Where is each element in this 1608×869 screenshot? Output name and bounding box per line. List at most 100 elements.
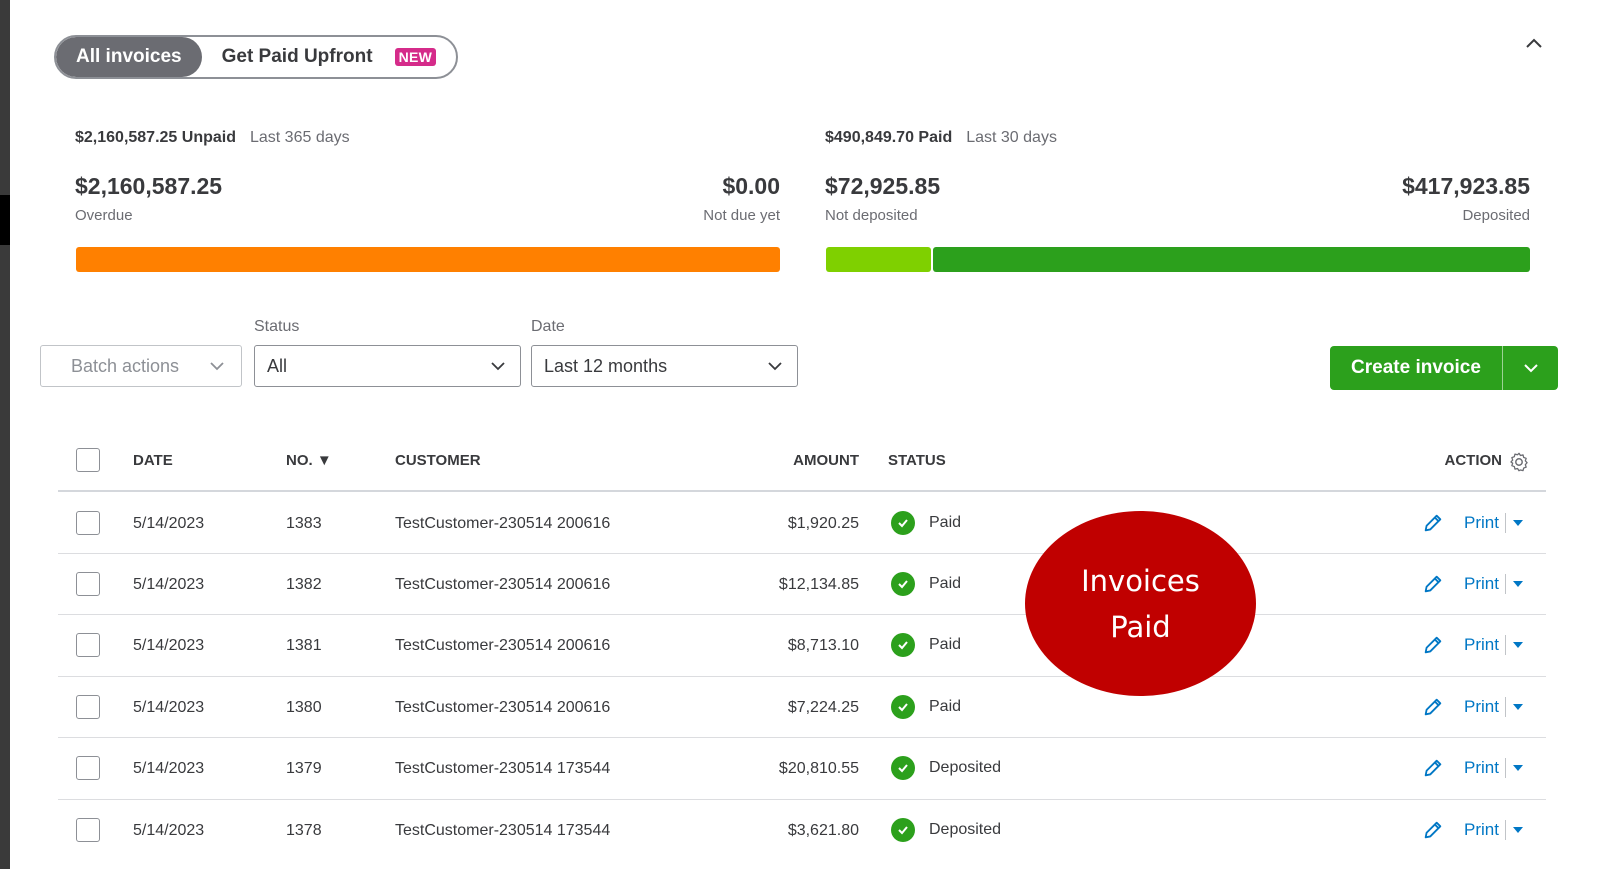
- window-edge: [0, 0, 10, 869]
- row-date: 5/14/2023: [133, 822, 205, 839]
- caret-down-icon[interactable]: [1512, 518, 1524, 528]
- print-link[interactable]: Print: [1464, 758, 1506, 778]
- row-customer[interactable]: TestCustomer-230514 200616: [395, 515, 610, 533]
- row-amount: $20,810.55: [778, 760, 859, 777]
- row-customer[interactable]: TestCustomer-230514 173544: [395, 760, 610, 778]
- deposited-label: Deposited: [1462, 207, 1530, 224]
- status-dropdown-value: All: [267, 355, 288, 376]
- create-invoice-button[interactable]: Create invoice: [1330, 346, 1558, 390]
- gear-icon[interactable]: [1508, 451, 1530, 473]
- column-header-amount[interactable]: AMOUNT: [709, 452, 859, 469]
- row-customer[interactable]: TestCustomer-230514 200616: [395, 699, 610, 717]
- deposited-amount[interactable]: $417,923.85: [1300, 173, 1530, 200]
- date-dropdown-value: Last 12 months: [544, 355, 668, 376]
- row-checkbox[interactable]: [76, 511, 100, 535]
- pencil-icon[interactable]: [1422, 819, 1444, 841]
- row-checkbox[interactable]: [76, 818, 100, 842]
- select-all-checkbox[interactable]: [76, 448, 100, 472]
- caret-down-icon[interactable]: [1512, 579, 1524, 589]
- row-action: Print: [1422, 573, 1524, 595]
- column-header-action: ACTION: [1444, 452, 1503, 469]
- row-amount: $7,224.25: [787, 699, 859, 716]
- callout-line-2: Paid: [1110, 609, 1171, 644]
- row-status-label: Paid: [929, 575, 962, 592]
- caret-down-icon[interactable]: [1512, 640, 1524, 650]
- row-action: Print: [1422, 634, 1524, 656]
- row-customer[interactable]: TestCustomer-230514 200616: [395, 637, 610, 655]
- row-divider: [58, 676, 1546, 677]
- not-due-amount[interactable]: $0.00: [600, 173, 780, 200]
- print-link[interactable]: Print: [1464, 635, 1506, 655]
- column-header-date[interactable]: DATE: [133, 452, 173, 469]
- pencil-icon[interactable]: [1422, 696, 1444, 718]
- row-status: Deposited: [891, 818, 1001, 842]
- caret-down-icon[interactable]: [1512, 702, 1524, 712]
- row-number[interactable]: 1379: [286, 760, 322, 778]
- row-checkbox[interactable]: [76, 572, 100, 596]
- row-divider: [58, 614, 1546, 615]
- invoice-tabs: All invoices Get Paid Upfront NEW: [54, 35, 459, 79]
- not-due-label: Not due yet: [703, 207, 780, 224]
- row-number[interactable]: 1382: [286, 576, 322, 594]
- column-header-no[interactable]: NO. ▼: [286, 452, 332, 469]
- paid-bar[interactable]: [826, 247, 1530, 272]
- print-link[interactable]: Print: [1464, 820, 1506, 840]
- caret-down-icon[interactable]: [1512, 825, 1524, 835]
- pencil-icon[interactable]: [1422, 757, 1444, 779]
- row-date: 5/14/2023: [133, 576, 205, 593]
- row-amount: $12,134.85: [778, 576, 859, 593]
- row-checkbox[interactable]: [76, 756, 100, 780]
- date-dropdown[interactable]: Last 12 months: [531, 345, 798, 387]
- paid-period: Last 30 days: [966, 129, 1057, 146]
- row-date: 5/14/2023: [133, 637, 205, 654]
- unpaid-bar[interactable]: [76, 247, 780, 272]
- overdue-bar-fill: [76, 247, 780, 272]
- chevron-down-icon: [1523, 364, 1538, 373]
- row-checkbox[interactable]: [76, 633, 100, 657]
- row-amount: $3,621.80: [787, 822, 859, 839]
- column-header-customer[interactable]: CUSTOMER: [395, 452, 481, 469]
- chevron-down-icon: [768, 362, 782, 371]
- row-status: Paid: [891, 695, 961, 719]
- row-customer[interactable]: TestCustomer-230514 200616: [395, 576, 610, 594]
- print-link[interactable]: Print: [1464, 697, 1506, 717]
- print-link[interactable]: Print: [1464, 574, 1506, 594]
- chevron-up-icon[interactable]: [1524, 34, 1544, 54]
- tab-get-paid-upfront[interactable]: Get Paid Upfront NEW: [202, 37, 457, 77]
- row-action: Print: [1422, 512, 1524, 534]
- row-date: 5/14/2023: [133, 760, 205, 777]
- not-deposited-amount[interactable]: $72,925.85: [825, 173, 940, 200]
- edge-notch: [0, 195, 10, 245]
- caret-down-icon[interactable]: [1512, 763, 1524, 773]
- overdue-label: Overdue: [75, 207, 133, 224]
- tab-all-invoices[interactable]: All invoices: [56, 37, 202, 77]
- print-link[interactable]: Print: [1464, 513, 1506, 533]
- column-header-status[interactable]: STATUS: [888, 452, 946, 469]
- check-circle-icon: [891, 695, 915, 719]
- batch-actions-dropdown[interactable]: Batch actions: [40, 345, 242, 387]
- row-action: Print: [1422, 696, 1524, 718]
- row-number[interactable]: 1378: [286, 822, 322, 840]
- row-customer[interactable]: TestCustomer-230514 173544: [395, 822, 610, 840]
- create-invoice-menu-button[interactable]: [1503, 360, 1558, 376]
- status-dropdown[interactable]: All: [254, 345, 521, 387]
- row-number[interactable]: 1380: [286, 699, 322, 717]
- pencil-icon[interactable]: [1422, 634, 1444, 656]
- pencil-icon[interactable]: [1422, 512, 1444, 534]
- row-checkbox[interactable]: [76, 695, 100, 719]
- invoices-paid-callout: Invoices Paid: [1025, 511, 1256, 696]
- row-status-label: Paid: [929, 636, 962, 653]
- row-status-label: Paid: [929, 698, 962, 715]
- row-number[interactable]: 1381: [286, 637, 322, 655]
- not-deposited-bar-fill: [826, 247, 931, 272]
- unpaid-period: Last 365 days: [249, 129, 350, 146]
- row-status: Deposited: [891, 756, 1001, 780]
- pencil-icon[interactable]: [1422, 573, 1444, 595]
- chevron-down-icon: [491, 362, 505, 371]
- overdue-amount[interactable]: $2,160,587.25: [75, 173, 222, 200]
- row-number[interactable]: 1383: [286, 515, 322, 533]
- row-amount: $1,920.25: [787, 515, 859, 532]
- status-filter-label: Status: [254, 318, 300, 335]
- new-badge: NEW: [394, 48, 437, 66]
- row-status-label: Paid: [929, 514, 962, 531]
